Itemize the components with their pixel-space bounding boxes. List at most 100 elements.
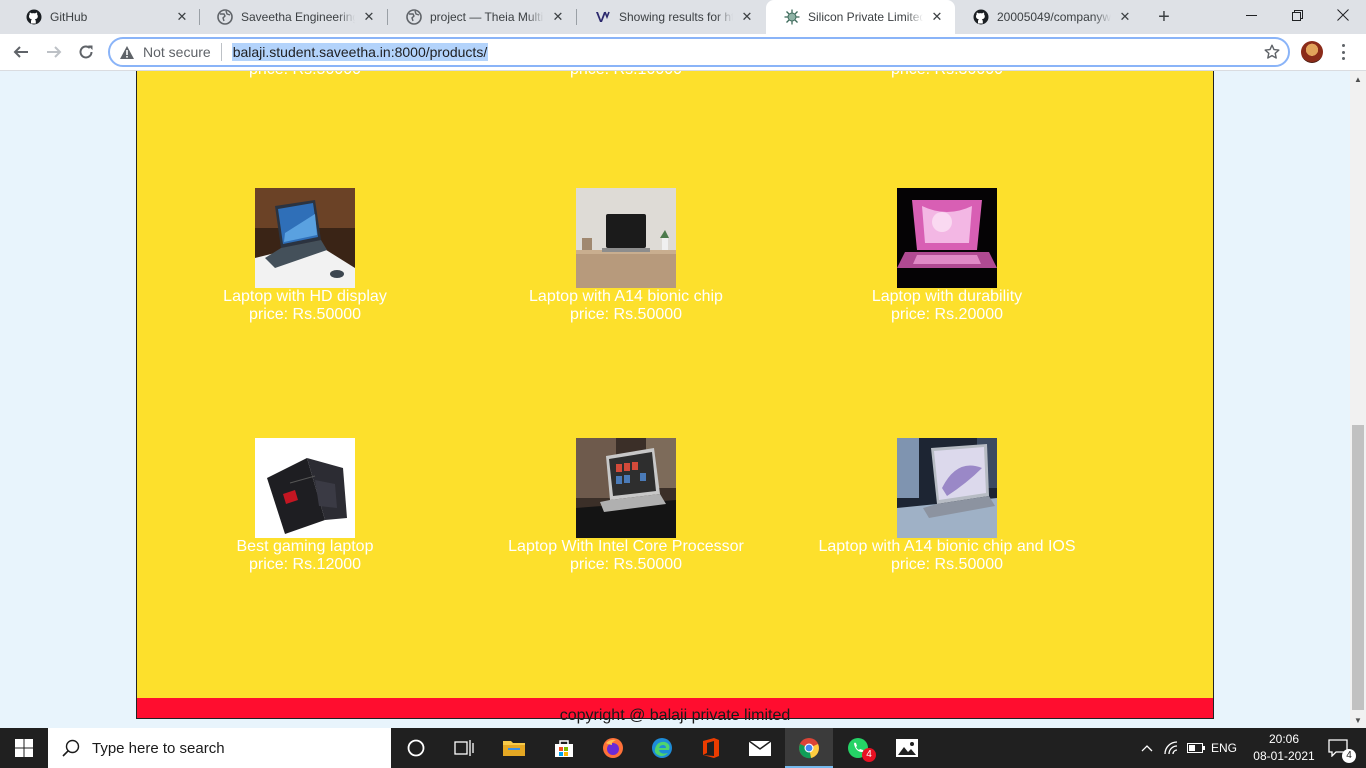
product-name: Laptop with durability [871,288,1023,305]
battery-icon [1187,743,1205,753]
edge-icon [652,738,672,758]
product-price: price: Rs.50000 [248,306,362,323]
product-card: Best gaming laptop price: Rs.12000 [145,438,465,574]
search-icon [62,739,80,757]
product-image [897,438,997,538]
close-icon[interactable]: ✕ [174,9,190,25]
tab-silicon-private-limited[interactable]: Silicon Private Limited ✕ [766,0,955,34]
firefox-button[interactable] [589,728,637,768]
github-icon [26,9,42,25]
back-button[interactable] [7,38,35,66]
notification-center-button[interactable]: 4 [1318,728,1358,768]
wifi-status[interactable] [1162,728,1182,768]
vs-icon [595,9,611,25]
page-scrollbar[interactable]: ▲ ▼ [1350,71,1366,728]
photos-button[interactable] [883,728,931,768]
globe-icon [217,9,233,25]
footer-copyright: copyright @ balaji private limited [559,707,791,724]
folder-icon [503,741,525,756]
product-name: Laptop with A14 bionic chip [529,288,723,305]
notification-count: 4 [1342,749,1356,763]
tab-title: GitHub [50,10,88,24]
office-button[interactable] [687,728,735,768]
omnibox-divider [220,43,222,61]
product-name: Laptop with A14 bionic chip and IOS [818,538,1076,555]
whatsapp-button[interactable]: 4 [834,728,882,768]
scroll-down-arrow-icon[interactable]: ▼ [1350,712,1366,728]
show-hidden-icons-button[interactable] [1138,728,1156,768]
mail-button[interactable] [736,728,784,768]
close-icon [1337,9,1349,21]
windows-logo-icon [15,739,33,757]
product-card: Laptop with durability price: Rs.20000 [787,188,1107,324]
product-price: price: Rs.50000 [890,556,1004,573]
product-name: Laptop With Intel Core Processor [508,538,744,555]
warning-icon[interactable] [119,45,137,60]
minimize-button[interactable] [1228,0,1274,30]
github-icon [973,9,989,25]
search-placeholder[interactable]: Type here to search [92,740,225,757]
task-view-icon [454,740,474,756]
scroll-up-arrow-icon[interactable]: ▲ [1350,71,1366,87]
url-text[interactable]: balaji.student.saveetha.in:8000/products… [231,43,489,61]
tab-title: Saveetha Engineering College [241,10,355,24]
browser-toolbar: Not secure balaji.student.saveetha.in:80… [0,34,1366,71]
clock-time: 20:06 [1268,732,1300,746]
reload-icon [79,45,93,59]
office-icon [703,738,719,758]
tab-strip: GitHub ✕ Saveetha Engineering College ✕ … [0,0,1366,34]
new-tab-button[interactable]: + [1152,5,1176,29]
tab-saveetha[interactable]: Saveetha Engineering College ✕ [199,0,387,34]
close-icon[interactable]: ✕ [361,9,377,25]
tab-showing-results[interactable]: Showing results for https ✕ [577,0,765,34]
language-indicator[interactable]: ENG [1208,728,1240,768]
restore-icon [1291,9,1303,21]
product-name: Best gaming laptop [236,538,374,555]
scrollbar-thumb[interactable] [1352,425,1364,710]
chrome-button[interactable] [785,728,833,768]
restore-button[interactable] [1274,0,1320,30]
store-bag-icon [555,740,573,757]
product-card: Laptop with HD display price: Rs.50000 [145,188,465,324]
close-icon[interactable]: ✕ [1117,9,1133,25]
cortana-circle-icon [407,739,425,757]
tab-theia[interactable]: project — Theia Multi-Language ✕ [388,0,576,34]
tab-title: Showing results for https [619,10,733,24]
product-image [255,438,355,538]
wifi-icon [1164,741,1178,755]
mail-envelope-icon [748,740,772,756]
forward-button[interactable] [40,38,68,66]
chevron-up-icon [1141,745,1153,752]
product-image [576,438,676,538]
task-view-button[interactable] [440,728,488,768]
bookmark-star-icon[interactable] [1264,44,1280,65]
file-explorer-button[interactable] [490,728,538,768]
windows-taskbar: Type here to search 4 ENG 20:06 08-01-20… [0,728,1366,768]
address-bar[interactable]: Not secure balaji.student.saveetha.in:80… [108,37,1290,67]
browser-menu-button[interactable] [1337,42,1349,62]
system-clock[interactable]: 20:06 08-01-2021 [1252,731,1316,765]
close-icon[interactable]: ✕ [929,9,945,25]
close-icon[interactable]: ✕ [550,9,566,25]
whatsapp-badge: 4 [862,748,876,762]
tab-github[interactable]: GitHub ✕ [8,0,200,34]
profile-avatar[interactable] [1301,41,1323,63]
store-button[interactable] [540,728,588,768]
product-card: Laptop with A14 bionic chip and IOS pric… [787,438,1107,574]
battery-status[interactable] [1186,728,1206,768]
product-image [897,188,997,288]
product-price: price: Rs.50000 [145,71,465,79]
security-status[interactable]: Not secure [143,44,211,60]
start-button[interactable] [0,728,48,768]
product-image [255,188,355,288]
close-icon[interactable]: ✕ [739,9,755,25]
product-price: price: Rs.50000 [569,556,683,573]
cortana-button[interactable] [392,728,440,768]
forward-arrow-icon [47,46,62,58]
reload-button[interactable] [72,38,100,66]
edge-button[interactable] [638,728,686,768]
window-close-button[interactable] [1320,0,1366,30]
tab-companyweb[interactable]: 20005049/companyweb ✕ [955,0,1143,34]
products-panel [136,71,1214,719]
taskbar-search[interactable]: Type here to search [48,728,391,768]
